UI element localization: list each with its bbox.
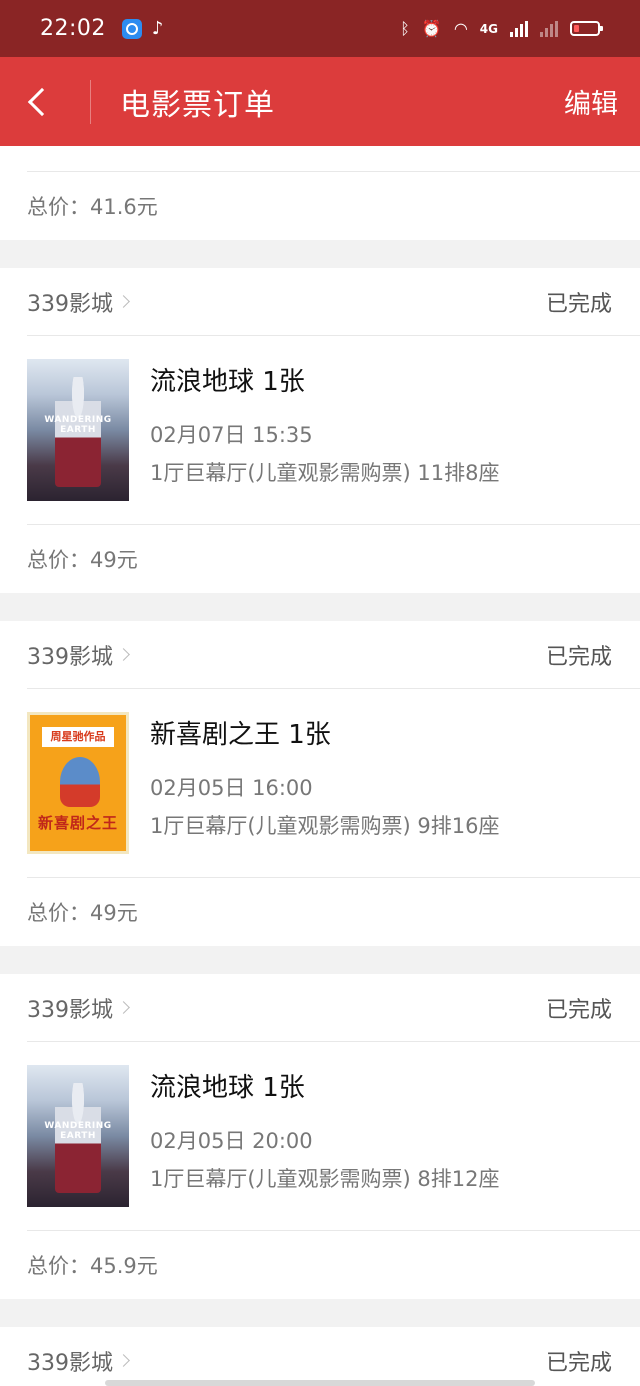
order-card-footer: 总价：41.6元 [27, 172, 640, 240]
signal-icon [510, 20, 528, 37]
order-card-footer: 总价：49元 [27, 878, 640, 946]
movie-title: 流浪地球 1张 [150, 367, 305, 397]
nav-bar: 电影票订单 编辑 [0, 57, 640, 146]
system-icons: ᛒ ⏰ ◠ 4G [400, 19, 603, 38]
movie-poster: WANDERING EARTH [27, 359, 129, 501]
alarm-icon: ⏰ [421, 19, 442, 38]
show-time: 02月05日 20:00 [150, 1129, 313, 1153]
order-total: 总价：41.6元 [27, 195, 158, 219]
order-card[interactable]: 339影城 已完成 WANDERING EARTH 流浪地球 1张 02月05日… [0, 974, 640, 1299]
order-card-footer: 总价：49元 [27, 525, 640, 593]
browser-app-icon [121, 18, 142, 39]
order-card-header: 339影城 已完成 [27, 974, 640, 1042]
tiktok-icon: ♪ [151, 18, 164, 39]
chevron-right-icon [117, 1001, 130, 1014]
card-gap [0, 240, 640, 268]
order-card-footer: 总价：45.9元 [27, 1231, 640, 1299]
movie-poster: 周星驰作品 新喜剧之王 [27, 712, 129, 854]
order-card[interactable]: 339影城 已完成 WANDERING EARTH 流浪地球 1张 02月07日… [0, 268, 640, 593]
chevron-right-icon [117, 295, 130, 308]
order-card-body-partial [27, 146, 640, 172]
order-card-header: 339影城 已完成 [27, 1327, 640, 1386]
order-list: 总价：41.6元 339影城 已完成 WANDERING EARTH 流浪地球 … [0, 146, 640, 1386]
movie-title: 流浪地球 1张 [150, 1073, 305, 1103]
chevron-left-icon [27, 87, 57, 116]
order-card-body[interactable]: 周星驰作品 新喜剧之王 新喜剧之王 1张 02月05日 16:00 1厅巨幕厅(… [27, 689, 640, 878]
order-status: 已完成 [545, 997, 612, 1023]
order-card-body[interactable]: WANDERING EARTH 流浪地球 1张 02月07日 15:35 1厅巨… [27, 336, 640, 525]
order-total: 总价：49元 [27, 901, 138, 925]
order-total: 总价：49元 [27, 548, 138, 572]
card-gap [0, 946, 640, 974]
notification-icons: ♪ [121, 18, 164, 39]
order-card-header: 339影城 已完成 [27, 621, 640, 689]
back-button[interactable] [0, 57, 90, 146]
order-card-partial[interactable]: 总价：41.6元 [0, 146, 640, 240]
bluetooth-icon: ᛒ [400, 19, 410, 38]
order-card[interactable]: 339影城 已完成 周星驰作品 新喜剧之王 新喜剧之王 1张 02月05日 16… [0, 621, 640, 946]
card-gap [0, 1299, 640, 1327]
order-card-body[interactable]: WANDERING EARTH 流浪地球 1张 02月05日 20:00 1厅巨… [27, 1042, 640, 1231]
order-card-partial[interactable]: 339影城 已完成 [0, 1327, 640, 1386]
order-total: 总价：45.9元 [27, 1254, 158, 1278]
show-time: 02月05日 16:00 [150, 776, 313, 800]
cinema-link[interactable]: 339影城 [27, 992, 113, 1024]
page-title: 电影票订单 [120, 87, 275, 123]
seat-info: 1厅巨幕厅(儿童观影需购票) 11排8座 [150, 461, 500, 485]
order-status: 已完成 [545, 291, 612, 317]
card-gap [0, 593, 640, 621]
edit-button[interactable]: 编辑 [564, 82, 618, 121]
poster-title-text: WANDERING EARTH [44, 415, 112, 435]
poster-figure [60, 757, 100, 807]
cinema-link[interactable]: 339影城 [27, 1345, 113, 1377]
network-type-label: 4G [479, 21, 498, 36]
seat-info: 1厅巨幕厅(儿童观影需购票) 8排12座 [150, 1167, 500, 1191]
chevron-right-icon [117, 1354, 130, 1367]
battery-low-icon [570, 21, 603, 36]
status-bar: 22:02 ♪ ᛒ ⏰ ◠ 4G [0, 0, 640, 57]
home-indicator[interactable] [105, 1380, 535, 1386]
signal-x-icon [540, 20, 558, 37]
poster-title-text: WANDERING EARTH [44, 1121, 112, 1141]
wifi-icon: ◠ [453, 19, 468, 38]
order-card-header: 339影城 已完成 [27, 268, 640, 336]
show-time: 02月07日 15:35 [150, 423, 313, 447]
cinema-link[interactable]: 339影城 [27, 639, 113, 671]
movie-poster: WANDERING EARTH [27, 1065, 129, 1207]
movie-title: 新喜剧之王 1张 [150, 720, 331, 750]
cinema-link[interactable]: 339影城 [27, 286, 113, 318]
chevron-right-icon [117, 648, 130, 661]
order-status: 已完成 [545, 644, 612, 670]
poster-banner-text: 周星驰作品 [42, 727, 114, 747]
status-time: 22:02 [40, 16, 106, 41]
nav-divider [90, 79, 91, 124]
order-status: 已完成 [545, 1350, 612, 1376]
poster-title-text: 新喜剧之王 [37, 814, 118, 832]
seat-info: 1厅巨幕厅(儿童观影需购票) 9排16座 [150, 814, 500, 838]
screen: 22:02 ♪ ᛒ ⏰ ◠ 4G 电影票订单 编辑 总价：41.6元 339影城… [0, 0, 640, 1386]
